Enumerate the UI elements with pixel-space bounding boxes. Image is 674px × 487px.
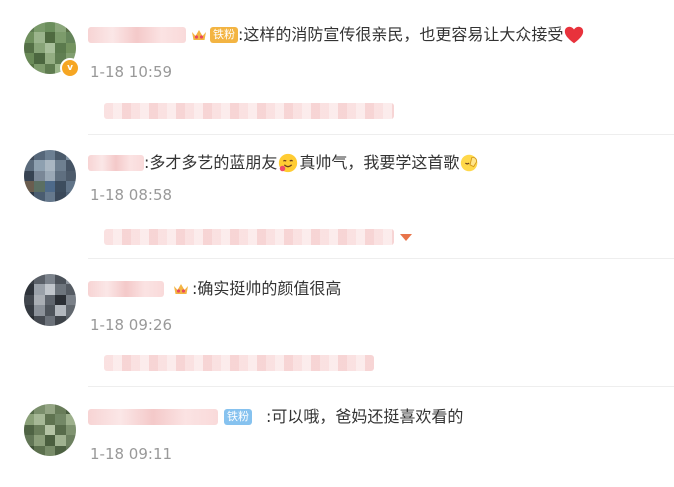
username-blurred[interactable]	[88, 27, 186, 43]
reply-preview-blurred[interactable]	[104, 229, 394, 245]
reply-preview-blurred[interactable]	[104, 355, 374, 371]
fan-badge: 铁粉	[210, 27, 238, 43]
verified-v-icon: v	[60, 58, 80, 78]
divider	[88, 386, 674, 387]
crown-icon	[192, 30, 206, 40]
drooling-face-icon	[279, 153, 298, 173]
red-heart-icon	[565, 26, 584, 44]
username-blurred[interactable]	[88, 281, 164, 297]
username-blurred[interactable]	[88, 155, 144, 171]
comment-text: :这样的消防宣传很亲民，也更容易让大众接受	[238, 25, 564, 44]
comment-text: :可以哦，爸妈还挺喜欢看的	[266, 407, 464, 426]
comment-text: :确实挺帅的颜值很高	[192, 279, 342, 298]
comment-text: :多才多艺的蓝朋友	[144, 153, 278, 172]
comment-feed: v 铁粉 :这样的消防宣传很亲民，也更容易让大众接受 1-18 10:59:多…	[0, 0, 674, 487]
divider	[88, 258, 674, 259]
comment-timestamp: 1-18 09:26	[90, 316, 173, 334]
reply-arrow-icon[interactable]	[400, 234, 412, 241]
avatar[interactable]	[24, 150, 76, 202]
comment-item: :确实挺帅的颜值很高 1-18 09:26	[0, 262, 674, 382]
comment-item: 铁粉 :可以哦，爸妈还挺喜欢看的 1-18 09:11	[0, 390, 674, 487]
avatar[interactable]	[24, 404, 76, 456]
comment-timestamp: 1-18 10:59	[90, 63, 173, 81]
username-blurred[interactable]	[88, 409, 218, 425]
divider	[88, 134, 674, 135]
comment-item: v 铁粉 :这样的消防宣传很亲民，也更容易让大众接受 1-18 10:59	[0, 0, 674, 120]
comment-header: :确实挺帅的颜值很高	[88, 278, 341, 300]
comment-text: 真帅气，我要学这首歌	[299, 153, 460, 172]
fan-badge: 铁粉	[224, 409, 252, 425]
reply-preview-blurred[interactable]	[104, 103, 394, 119]
avatar[interactable]	[24, 274, 76, 326]
comment-timestamp: 1-18 09:11	[90, 445, 173, 463]
comment-item: :多才多艺的蓝朋友 真帅气，我要学这首歌 1-18 08:58	[0, 136, 674, 256]
comment-header: :多才多艺的蓝朋友 真帅气，我要学这首歌	[88, 152, 481, 174]
crown-icon	[174, 284, 188, 294]
comment-header: 铁粉 :可以哦，爸妈还挺喜欢看的	[88, 406, 463, 428]
comment-timestamp: 1-18 08:58	[90, 186, 173, 204]
comment-header: 铁粉 :这样的消防宣传很亲民，也更容易让大众接受	[88, 24, 585, 46]
applause-hands-icon	[461, 154, 478, 172]
